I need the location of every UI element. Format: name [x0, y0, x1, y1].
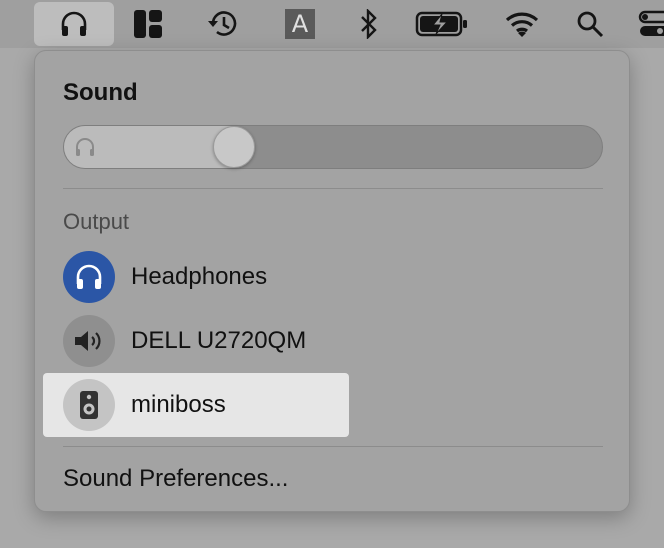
- headphones-icon: [63, 251, 115, 303]
- wifi-icon[interactable]: [504, 0, 540, 48]
- dashboard-icon[interactable]: [130, 0, 166, 48]
- speaker-volume-icon: [63, 315, 115, 367]
- menu-bar: A: [0, 0, 664, 48]
- battery-charging-icon[interactable]: [414, 0, 470, 48]
- search-icon[interactable]: [574, 0, 606, 48]
- output-device-miniboss[interactable]: miniboss: [43, 373, 349, 437]
- headphones-icon: [74, 137, 96, 162]
- control-center-icon[interactable]: [636, 0, 664, 48]
- bluetooth-icon[interactable]: [356, 0, 382, 48]
- headphones-icon[interactable]: [34, 2, 114, 46]
- device-name: DELL U2720QM: [131, 327, 307, 354]
- device-name: Headphones: [131, 263, 268, 290]
- sound-preferences-link[interactable]: Sound Preferences...: [63, 465, 288, 493]
- output-section-label: Output: [63, 209, 130, 234]
- device-name: miniboss: [131, 391, 226, 418]
- input-source-icon[interactable]: A: [284, 0, 316, 48]
- output-device-dell[interactable]: DELL U2720QM: [43, 309, 349, 373]
- divider: [63, 446, 603, 447]
- divider: [63, 188, 603, 189]
- output-device-headphones[interactable]: Headphones: [43, 245, 349, 309]
- time-machine-icon[interactable]: [204, 0, 242, 48]
- sound-panel: Sound Output Headphones DELL U2720QM min…: [34, 50, 630, 512]
- speaker-box-icon: [63, 379, 115, 431]
- volume-slider[interactable]: [63, 125, 603, 169]
- volume-slider-knob[interactable]: [213, 126, 255, 168]
- panel-title: Sound: [63, 79, 138, 106]
